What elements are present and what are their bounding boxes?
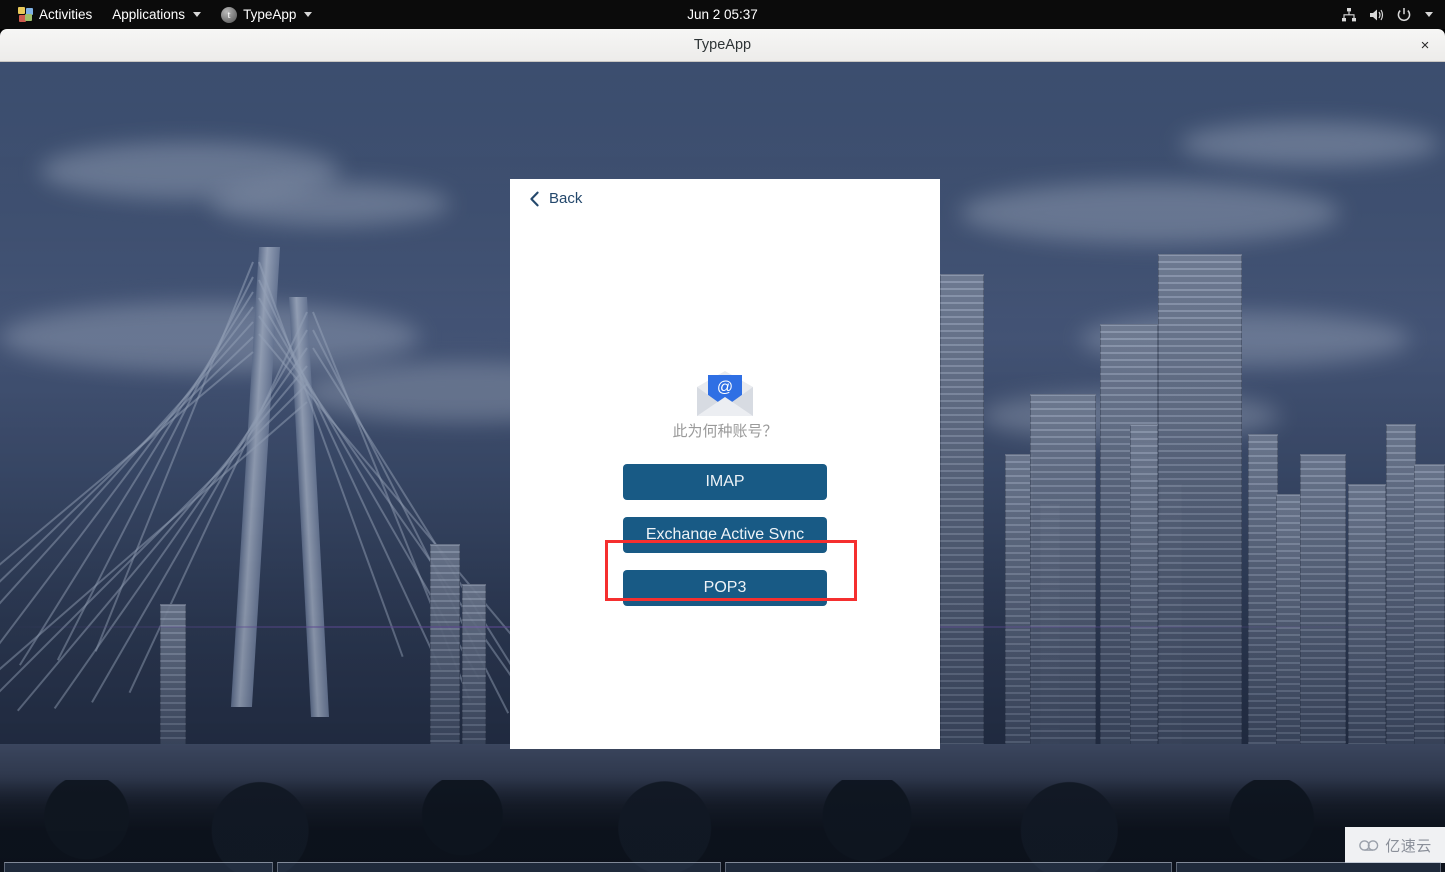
- back-button[interactable]: Back: [529, 190, 582, 207]
- svg-text:@: @: [717, 379, 733, 396]
- typeapp-circle-icon: t: [221, 6, 238, 23]
- cloud-icon: [1359, 840, 1379, 851]
- app-menu-label: TypeApp: [243, 7, 297, 22]
- chevron-left-icon: [530, 191, 539, 206]
- prompt-label: 此为何种账号？: [672, 422, 778, 440]
- close-icon[interactable]: ×: [1413, 34, 1437, 58]
- applications-label: Applications: [112, 7, 186, 22]
- system-status-area[interactable]: [1341, 0, 1439, 29]
- imap-button[interactable]: IMAP: [623, 464, 827, 500]
- bottom-taskbar[interactable]: [0, 862, 1445, 872]
- account-type-card: Back @ 此为何种账号？ IMAP Exchange Active Sync…: [510, 179, 940, 749]
- taskbar-slot[interactable]: [1175, 862, 1441, 872]
- window-titlebar: TypeApp ×: [0, 29, 1445, 62]
- chevron-down-icon: [304, 12, 313, 17]
- taskbar-slot[interactable]: [277, 862, 721, 872]
- taskbar-slot[interactable]: [4, 862, 274, 872]
- pop3-button[interactable]: POP3: [623, 570, 827, 606]
- activities-label: Activities: [39, 7, 93, 22]
- activities-grid-icon: [18, 7, 33, 22]
- app-menu-typeapp[interactable]: t TypeApp: [211, 0, 322, 29]
- window-title: TypeApp: [693, 37, 752, 53]
- hero-icon-wrap: @: [510, 369, 940, 419]
- open-envelope-at-icon: @: [697, 371, 753, 416]
- gnome-top-bar: Activities Applications t TypeApp Jun 2 …: [0, 0, 1445, 29]
- app-window: TypeApp × Back @ 此为何种账号？ IMAP Exchange A…: [0, 29, 1445, 872]
- volume-icon[interactable]: [1368, 7, 1385, 23]
- watermark-text: 亿速云: [1385, 836, 1432, 855]
- watermark: 亿速云: [1345, 827, 1445, 863]
- exchange-active-sync-button[interactable]: Exchange Active Sync: [623, 517, 827, 553]
- network-icon[interactable]: [1341, 7, 1357, 23]
- activities-button[interactable]: Activities: [8, 0, 102, 29]
- applications-menu[interactable]: Applications: [102, 0, 211, 29]
- account-type-choices: IMAP Exchange Active Sync POP3: [510, 464, 940, 606]
- chevron-down-icon: [193, 12, 202, 17]
- power-icon[interactable]: [1396, 7, 1412, 23]
- taskbar-slot[interactable]: [725, 862, 1172, 872]
- back-label: Back: [549, 190, 583, 207]
- chevron-down-icon[interactable]: [1425, 12, 1433, 17]
